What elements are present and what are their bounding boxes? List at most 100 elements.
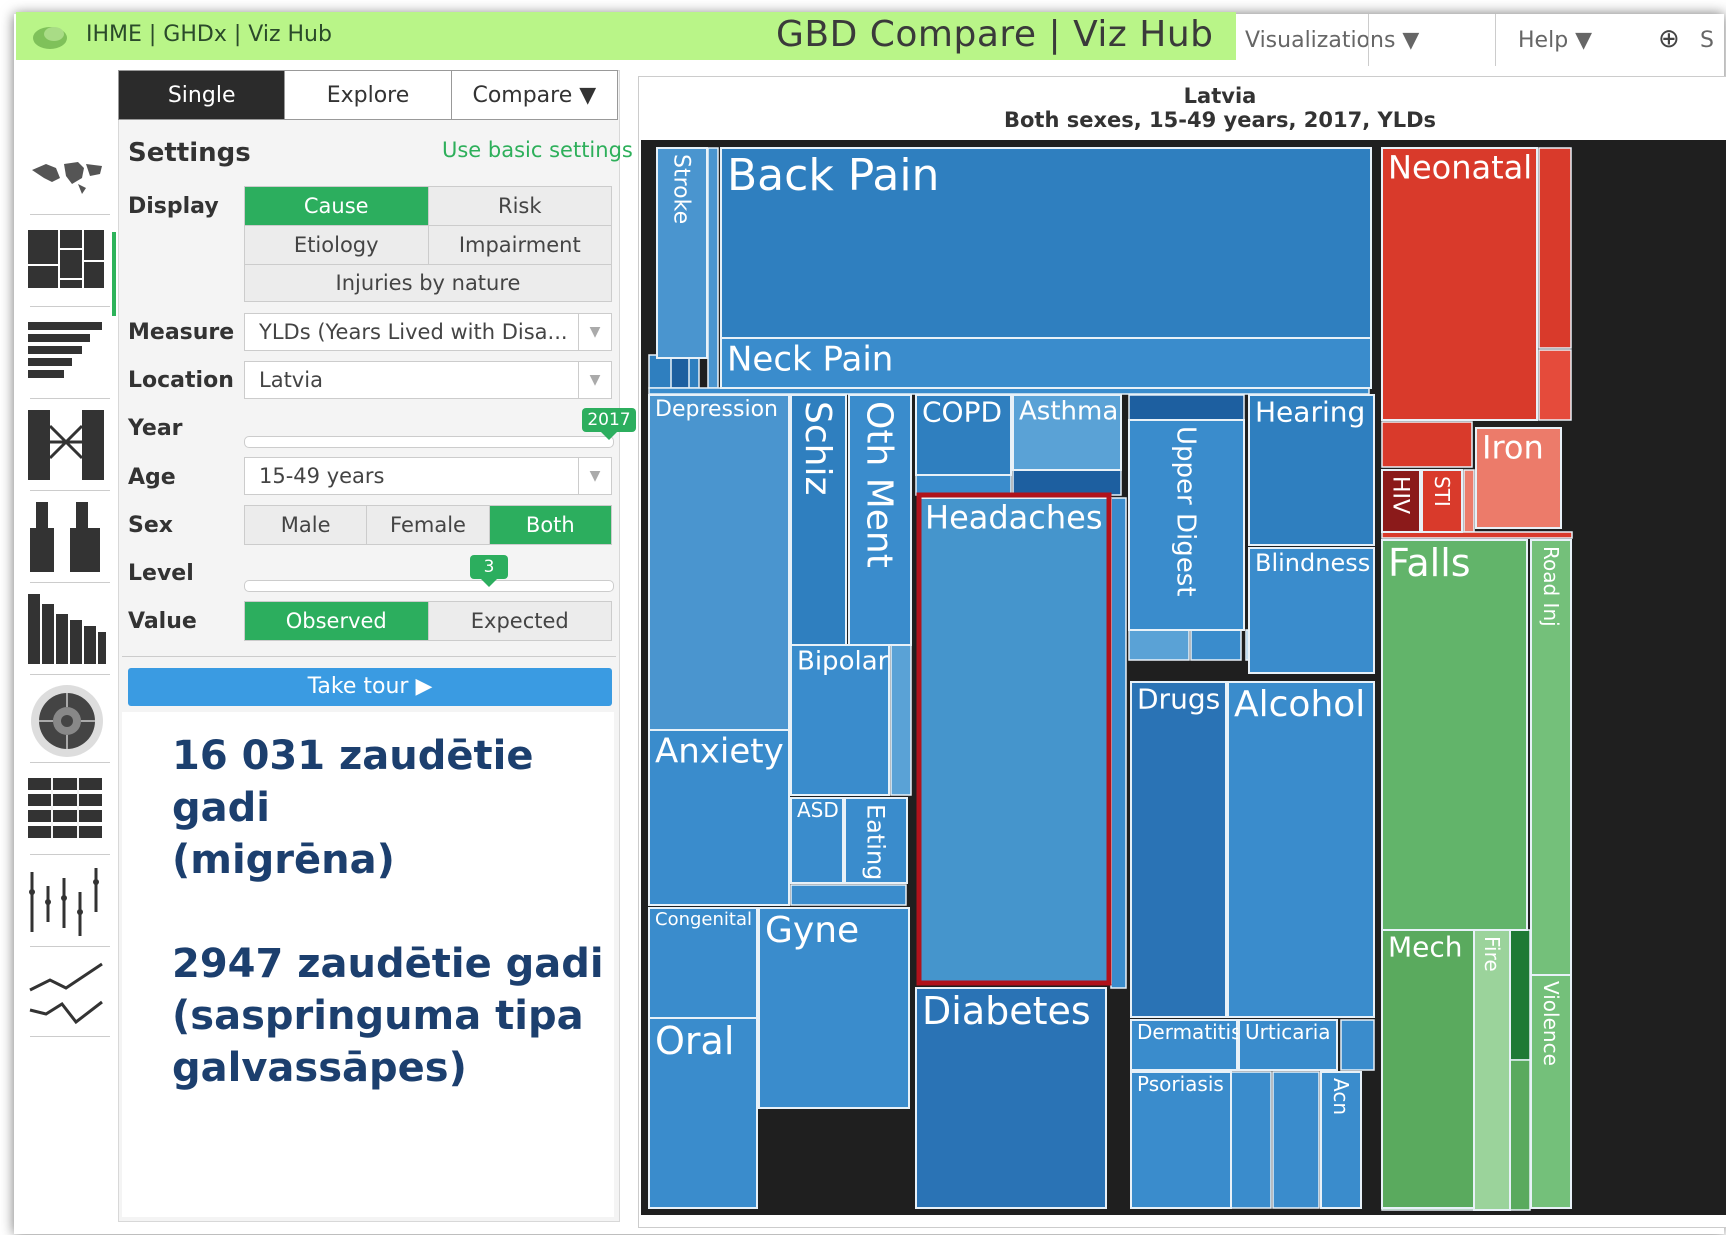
treemap-cell-unlabeled[interactable] bbox=[1463, 469, 1475, 533]
treemap-cell-falls[interactable] bbox=[1381, 539, 1528, 931]
take-tour-button[interactable]: Take tour ▶ bbox=[128, 668, 612, 706]
age-select[interactable]: 15-49 years ▼ bbox=[244, 457, 612, 495]
stacked-bar-viz-icon[interactable] bbox=[26, 314, 108, 392]
display-etiology-button[interactable]: Etiology bbox=[245, 226, 429, 264]
treemap-cell-unlabeled[interactable] bbox=[1110, 497, 1127, 989]
year-slider[interactable] bbox=[244, 436, 614, 448]
treemap-cell-alcohol[interactable] bbox=[1227, 681, 1375, 1018]
treemap-cell-unlabeled[interactable] bbox=[1509, 929, 1531, 1061]
visualization-rail bbox=[16, 138, 112, 1220]
year-handle[interactable]: 2017 bbox=[582, 408, 636, 440]
treemap-label-diabetes: Diabetes bbox=[922, 989, 1091, 1033]
treemap-cell-unlabeled[interactable] bbox=[890, 644, 912, 796]
location-select[interactable]: Latvia ▼ bbox=[244, 361, 612, 399]
treemap-cell-headaches[interactable] bbox=[918, 497, 1112, 984]
sex-toggle: Male Female Both bbox=[244, 505, 612, 545]
treemap-label-asd: ASD bbox=[797, 798, 839, 822]
treemap-label-schiz: Schiz bbox=[797, 401, 838, 495]
treemap-cell-unlabeled[interactable] bbox=[1509, 1059, 1531, 1211]
menu-divider bbox=[1368, 14, 1369, 66]
treemap-label-back-pain: Back Pain bbox=[727, 150, 939, 201]
annotation-line: gadi bbox=[172, 785, 270, 831]
treemap-cell-drugs[interactable] bbox=[1130, 681, 1227, 1018]
sex-label: Sex bbox=[128, 513, 173, 538]
treemap-cell-depression[interactable] bbox=[648, 394, 790, 731]
treemap-cell-unlabeled[interactable] bbox=[1538, 349, 1572, 421]
chart-subtitle: Both sexes, 15-49 years, 2017, YLDs bbox=[1003, 108, 1437, 132]
treemap-chart[interactable]: Back Pain Neck Pain Stroke Depression Schiz O… bbox=[641, 140, 1726, 1215]
treemap-label-acn: Acn bbox=[1329, 1078, 1353, 1115]
measure-select[interactable]: YLDs (Years Lived with Disa... ▼ bbox=[244, 313, 612, 351]
treemap-cell-unlabeled[interactable] bbox=[1230, 1071, 1272, 1209]
active-viz-indicator bbox=[112, 232, 116, 316]
rail-divider bbox=[30, 582, 110, 583]
line-chart-viz-icon[interactable] bbox=[26, 954, 108, 1032]
globe-icon[interactable]: ⊕ bbox=[1658, 24, 1680, 54]
help-menu[interactable]: Help ▼ bbox=[1518, 28, 1592, 53]
brand-links[interactable]: IHME | GHDx | Viz Hub bbox=[86, 22, 332, 47]
display-injuries-button[interactable]: Injuries by nature bbox=[245, 265, 611, 301]
display-risk-button[interactable]: Risk bbox=[429, 187, 612, 225]
signin-link-truncated[interactable]: S bbox=[1700, 28, 1714, 53]
display-toggle-row3: Injuries by nature bbox=[244, 264, 612, 302]
value-observed-button[interactable]: Observed bbox=[245, 602, 429, 640]
table-viz-icon[interactable] bbox=[26, 770, 108, 848]
treemap-label-gyne: Gyne bbox=[765, 910, 859, 951]
tab-compare[interactable]: Compare ▼ bbox=[451, 71, 617, 119]
treemap-cell-unlabeled[interactable] bbox=[1012, 469, 1122, 496]
treemap-label-drugs: Drugs bbox=[1137, 683, 1220, 716]
treemap-cell-fire[interactable] bbox=[1473, 929, 1511, 1211]
level-handle[interactable]: 3 bbox=[470, 555, 508, 587]
pyramid-viz-icon[interactable] bbox=[26, 498, 108, 576]
sex-both-button[interactable]: Both bbox=[489, 506, 611, 544]
treemap-cell-unlabeled[interactable] bbox=[1128, 394, 1245, 421]
treemap-label-depression: Depression bbox=[655, 397, 778, 422]
settings-heading: Settings bbox=[128, 138, 251, 168]
treemap-cell-unlabeled[interactable] bbox=[1381, 421, 1473, 468]
treemap-cell-unlabeled[interactable] bbox=[1538, 147, 1572, 349]
treemap-cell-unlabeled[interactable] bbox=[1272, 1071, 1320, 1209]
sex-female-button[interactable]: Female bbox=[367, 506, 490, 544]
basic-settings-link[interactable]: Use basic settings bbox=[442, 138, 633, 162]
arrow-diagram-viz-icon[interactable] bbox=[26, 406, 108, 484]
treemap-cell-unlabeled[interactable] bbox=[790, 884, 907, 906]
range-plot-viz-icon[interactable] bbox=[26, 862, 108, 940]
annotation-line: 16 031 zaudētie bbox=[172, 733, 534, 779]
value-toggle: Observed Expected bbox=[244, 601, 612, 641]
measure-label: Measure bbox=[128, 320, 235, 345]
year-label: Year bbox=[128, 416, 183, 441]
treemap-viz-icon[interactable] bbox=[26, 224, 108, 302]
value-label: Value bbox=[128, 609, 197, 634]
display-impairment-button[interactable]: Impairment bbox=[429, 226, 612, 264]
treemap-label-hiv: HIV bbox=[1387, 476, 1412, 514]
chart-title: Latvia bbox=[1183, 84, 1257, 108]
treemap-cell-unlabeled[interactable] bbox=[670, 354, 690, 389]
app-title: GBD Compare | Viz Hub bbox=[776, 14, 1214, 55]
treemap-cell-unlabeled[interactable] bbox=[1128, 629, 1190, 661]
sex-male-button[interactable]: Male bbox=[245, 506, 368, 544]
treemap-cell-mech[interactable] bbox=[1381, 929, 1475, 1209]
treemap-cell-unlabeled[interactable] bbox=[915, 474, 1012, 496]
display-cause-button[interactable]: Cause bbox=[245, 187, 429, 225]
level-slider[interactable] bbox=[244, 580, 614, 592]
bar-chart-viz-icon[interactable] bbox=[26, 590, 108, 668]
sunburst-viz-icon[interactable] bbox=[26, 682, 108, 760]
map-viz-icon[interactable] bbox=[26, 138, 108, 216]
treemap-cell-unlabeled[interactable] bbox=[1340, 1019, 1375, 1071]
rail-divider bbox=[30, 674, 110, 675]
treemap-cell-unlabeled[interactable] bbox=[1190, 629, 1242, 661]
rail-divider bbox=[30, 398, 110, 399]
treemap-label-blindness: Blindness bbox=[1255, 549, 1370, 577]
treemap-cell-unlabeled[interactable] bbox=[1245, 629, 1249, 661]
treemap-cell-neonatal[interactable] bbox=[1381, 147, 1538, 421]
value-expected-button[interactable]: Expected bbox=[429, 602, 612, 640]
treemap-label-neonatal: Neonatal bbox=[1388, 148, 1532, 186]
rail-divider bbox=[30, 214, 110, 215]
treemap-label-upper-digest: Upper Digest bbox=[1170, 426, 1200, 596]
treemap-cell-unlabeled[interactable] bbox=[707, 147, 719, 389]
visualizations-menu[interactable]: Visualizations ▼ bbox=[1245, 28, 1419, 53]
top-bar: IHME | GHDx | Viz Hub GBD Compare | Viz … bbox=[16, 12, 1236, 60]
treemap-label-eating: Eating bbox=[862, 804, 890, 880]
tab-single[interactable]: Single bbox=[119, 71, 286, 119]
tab-explore[interactable]: Explore bbox=[285, 71, 452, 119]
